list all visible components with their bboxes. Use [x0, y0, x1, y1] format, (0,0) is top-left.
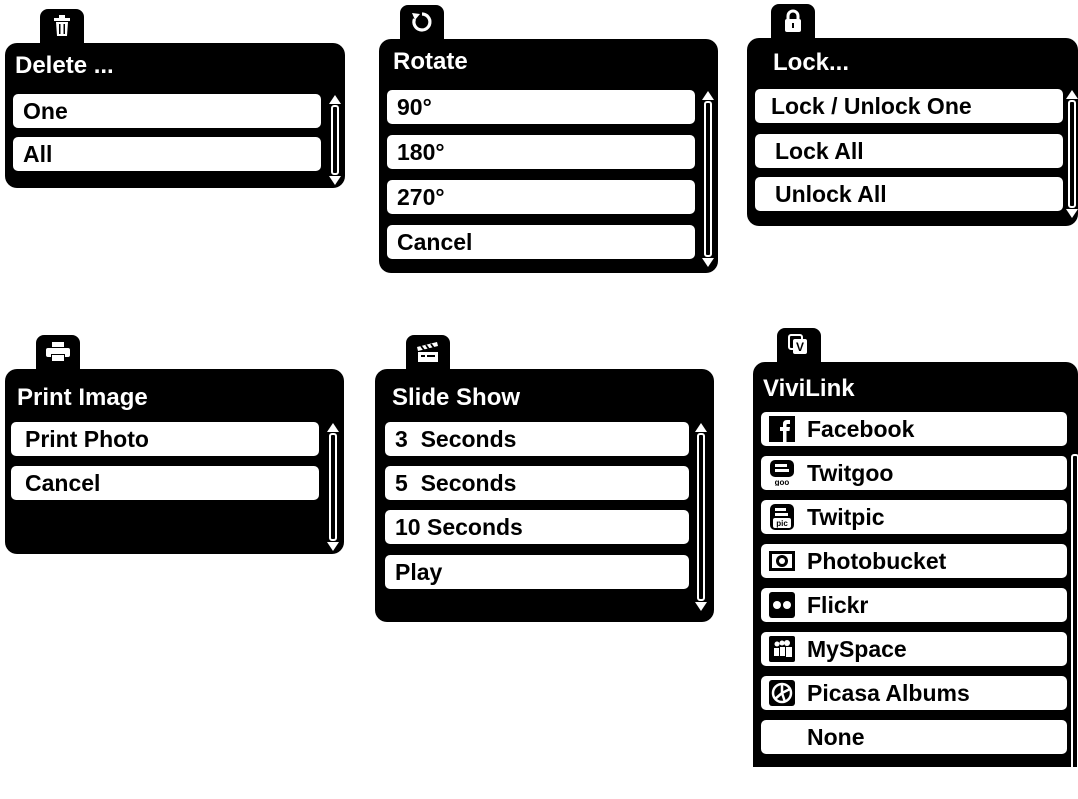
menu-item-unlock-all[interactable]: Unlock All	[753, 175, 1065, 213]
scroll-down-arrow-icon[interactable]	[329, 176, 341, 185]
menu-item-twitpic[interactable]: pic Twitpic	[759, 498, 1069, 536]
scroll-up-arrow-icon[interactable]	[695, 423, 707, 432]
photobucket-icon	[769, 551, 795, 571]
lock-menu: Lock... Lock / Unlock One Lock All Unloc…	[747, 4, 1078, 226]
menu-item-all[interactable]: All	[11, 135, 323, 173]
scrollbar[interactable]	[329, 95, 341, 185]
slideshow-tab	[406, 335, 450, 369]
clapperboard-icon	[417, 342, 438, 362]
scroll-up-arrow-icon[interactable]	[1066, 90, 1078, 99]
menu-item-label: Twitpic	[807, 503, 885, 530]
facebook-icon	[769, 416, 795, 442]
scroll-track	[331, 105, 339, 175]
menu-item-cancel[interactable]: Cancel	[9, 464, 321, 502]
svg-text:goo: goo	[775, 478, 790, 486]
menu-item-label: None	[807, 723, 865, 750]
scroll-track	[1068, 100, 1076, 208]
svg-text:pic: pic	[776, 519, 788, 528]
picasa-icon	[769, 680, 795, 706]
vivilink-tab: V	[777, 328, 821, 362]
print-panel: Print Image Print Photo Cancel	[5, 369, 344, 554]
lock-icon	[785, 9, 801, 32]
delete-menu: Delete ... One All	[5, 9, 345, 188]
menu-title: Lock...	[773, 49, 850, 76]
scroll-up-arrow-icon[interactable]	[702, 91, 714, 100]
menu-item-label: Photobucket	[807, 547, 947, 574]
scroll-track	[1071, 454, 1078, 789]
rotate-menu: Rotate 90° 180° 270° Cancel	[379, 5, 718, 273]
scroll-down-arrow-icon[interactable]	[695, 602, 707, 611]
menu-title: Delete ...	[15, 52, 114, 79]
menu-item-myspace[interactable]: MySpace	[759, 630, 1069, 668]
blank-icon-slot	[769, 724, 795, 750]
menu-item-label: Flickr	[807, 591, 869, 618]
twitpic-icon: pic	[770, 504, 794, 530]
menu-title: Print Image	[17, 384, 148, 411]
scroll-up-arrow-icon[interactable]	[329, 95, 341, 104]
menu-item-5-seconds[interactable]: 5 Seconds	[383, 464, 691, 502]
delete-tab	[40, 9, 84, 43]
menu-item-picasa-albums[interactable]: Picasa Albums	[759, 674, 1069, 712]
flickr-icon	[769, 592, 795, 618]
menu-item-label: MySpace	[807, 635, 907, 662]
printer-icon	[46, 342, 70, 362]
vivilink-panel: ViviLink Facebook goo Twitgoo pic Twitpi…	[753, 362, 1078, 789]
vivilink-menu: V ViviLink Facebook goo Twitgoo pic Twit…	[753, 328, 1078, 789]
rotate-tab	[400, 5, 444, 39]
scroll-up-arrow-icon[interactable]	[327, 423, 339, 432]
lock-panel: Lock... Lock / Unlock One Lock All Unloc…	[747, 38, 1078, 226]
menu-item-none[interactable]: None	[759, 718, 1069, 756]
menu-item-label: Facebook	[807, 415, 915, 442]
menu-item-180[interactable]: 180°	[385, 133, 697, 171]
scrollbar[interactable]	[1066, 90, 1078, 218]
scrollbar[interactable]	[327, 423, 339, 551]
myspace-icon	[769, 636, 795, 662]
scrollbar[interactable]	[702, 91, 714, 267]
menu-item-print-photo[interactable]: Print Photo	[9, 420, 321, 458]
scroll-track	[704, 101, 712, 257]
rotate-panel: Rotate 90° 180° 270° Cancel	[379, 39, 718, 273]
menu-item-270[interactable]: 270°	[385, 178, 697, 216]
twitgoo-icon: goo	[770, 460, 794, 486]
menu-title: ViviLink	[763, 375, 855, 402]
trash-icon	[54, 15, 70, 36]
scrollbar[interactable]	[1069, 454, 1078, 799]
vivilink-icon: V	[788, 334, 807, 354]
menu-item-3-seconds[interactable]: 3 Seconds	[383, 420, 691, 458]
print-menu: Print Image Print Photo Cancel	[5, 335, 344, 554]
svg-text:V: V	[796, 340, 804, 354]
rotate-icon	[412, 12, 432, 32]
scroll-track	[329, 433, 337, 541]
menu-item-10-seconds[interactable]: 10 Seconds	[383, 508, 691, 546]
menu-item-photobucket[interactable]: Photobucket	[759, 542, 1069, 580]
print-tab	[36, 335, 80, 369]
menu-title: Slide Show	[392, 384, 521, 411]
menu-item-lock-unlock-one[interactable]: Lock / Unlock One	[753, 87, 1065, 125]
menu-item-label: Picasa Albums	[807, 679, 970, 706]
menu-item-label: Twitgoo	[807, 459, 894, 486]
scroll-track	[697, 433, 705, 601]
menu-item-lock-all[interactable]: Lock All	[753, 132, 1065, 170]
menu-item-twitgoo[interactable]: goo Twitgoo	[759, 454, 1069, 492]
menu-item-play[interactable]: Play	[383, 553, 691, 591]
scroll-down-arrow-icon[interactable]	[327, 542, 339, 551]
menu-item-90[interactable]: 90°	[385, 88, 697, 126]
delete-panel: Delete ... One All	[5, 43, 345, 188]
slideshow-menu: Slide Show 3 Seconds 5 Seconds 10 Second…	[375, 335, 714, 622]
scroll-down-arrow-icon[interactable]	[702, 258, 714, 267]
menu-item-one[interactable]: One	[11, 92, 323, 130]
scroll-down-arrow-icon[interactable]	[1066, 209, 1078, 218]
menu-title: Rotate	[393, 48, 468, 75]
menu-item-cancel[interactable]: Cancel	[385, 223, 697, 261]
scrollbar[interactable]	[695, 423, 707, 611]
menu-item-flickr[interactable]: Flickr	[759, 586, 1069, 624]
lock-tab	[771, 4, 815, 38]
menu-item-facebook[interactable]: Facebook	[759, 410, 1069, 448]
slideshow-panel: Slide Show 3 Seconds 5 Seconds 10 Second…	[375, 369, 714, 622]
